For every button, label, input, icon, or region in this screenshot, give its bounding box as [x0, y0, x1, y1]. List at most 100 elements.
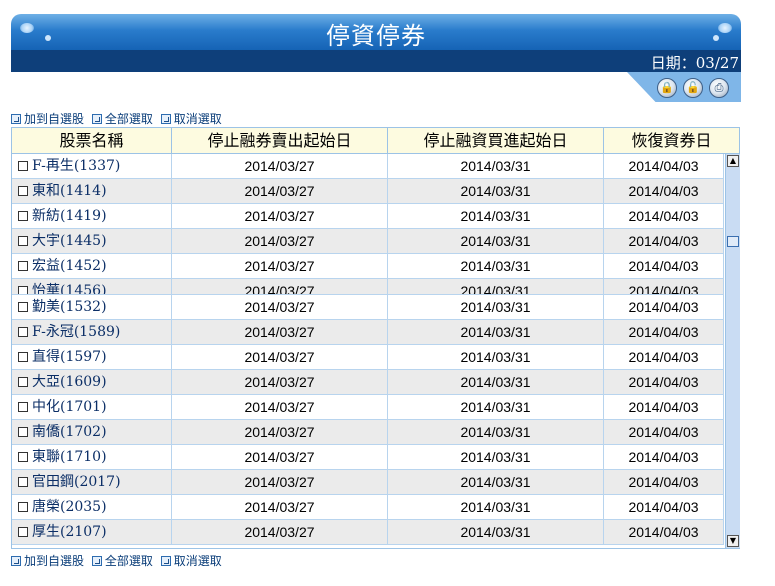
margin-stop-date-cell: 2014/03/31	[388, 154, 604, 179]
table-row[interactable]: 怡華(1456) 2014/03/27 2014/03/31 2014/04/03	[12, 279, 724, 295]
table-body[interactable]: F-再生(1337) 2014/03/27 2014/03/31 2014/04/03…	[12, 154, 724, 548]
scroll-up-icon[interactable]: ▲	[727, 155, 739, 167]
resume-date-cell: 2014/04/03	[604, 229, 724, 254]
table-header: 股票名稱 停止融券賣出起始日 停止融資買進起始日 恢復資券日	[12, 128, 739, 154]
row-checkbox[interactable]	[18, 327, 28, 337]
margin-stop-date-cell: 2014/03/31	[388, 295, 604, 320]
deselect-link[interactable]: 取消選取	[160, 110, 222, 127]
row-checkbox[interactable]	[18, 402, 28, 412]
header-margin-stop-date: 停止融資買進起始日	[388, 128, 604, 153]
row-checkbox[interactable]	[18, 286, 28, 294]
resume-date-cell: 2014/04/03	[604, 495, 724, 520]
table-row[interactable]: 厚生(2107) 2014/03/27 2014/03/31 2014/04/03	[12, 520, 724, 545]
stock-name-cell[interactable]: 東聯(1710)	[12, 445, 172, 470]
stock-name[interactable]: 厚生(2107)	[32, 524, 107, 540]
row-checkbox[interactable]	[18, 236, 28, 246]
header-short-stop-date: 停止融券賣出起始日	[172, 128, 388, 153]
table-row[interactable]: 直得(1597) 2014/03/27 2014/03/31 2014/04/03	[12, 345, 724, 370]
row-checkbox[interactable]	[18, 302, 28, 312]
table-row[interactable]: F-永冠(1589) 2014/03/27 2014/03/31 2014/04/03	[12, 320, 724, 345]
table-row[interactable]: 官田鋼(2017) 2014/03/27 2014/03/31 2014/04/03	[12, 470, 724, 495]
select-all-link[interactable]: 全部選取	[91, 552, 153, 569]
stock-name[interactable]: 唐榮(2035)	[32, 499, 107, 515]
stock-name-cell[interactable]: 新紡(1419)	[12, 204, 172, 229]
margin-stop-date-cell: 2014/03/31	[388, 395, 604, 420]
stock-name-cell[interactable]: 直得(1597)	[12, 345, 172, 370]
short-stop-date-cell: 2014/03/27	[172, 370, 388, 395]
table-row[interactable]: 中化(1701) 2014/03/27 2014/03/31 2014/04/03	[12, 395, 724, 420]
add-to-watchlist-link[interactable]: 加到自選股	[11, 110, 84, 127]
print-icon[interactable]: ⎙	[709, 78, 729, 98]
stock-name-cell[interactable]: 宏益(1452)	[12, 254, 172, 279]
resume-date-cell: 2014/04/03	[604, 345, 724, 370]
stock-name[interactable]: 勤美(1532)	[32, 299, 107, 315]
table-row[interactable]: 勤美(1532) 2014/03/27 2014/03/31 2014/04/03	[12, 295, 724, 320]
stock-name-cell[interactable]: 南僑(1702)	[12, 420, 172, 445]
scrollbar[interactable]: ▲ ▼	[725, 154, 740, 548]
stock-name[interactable]: 宏益(1452)	[32, 258, 107, 274]
lock-icon[interactable]: 🔒	[657, 78, 677, 98]
stock-name[interactable]: 東和(1414)	[32, 183, 107, 199]
add-to-watchlist-link[interactable]: 加到自選股	[11, 552, 84, 569]
stock-name[interactable]: 新紡(1419)	[32, 208, 107, 224]
stock-name[interactable]: 大宇(1445)	[32, 233, 107, 249]
stock-name-cell[interactable]: 東和(1414)	[12, 179, 172, 204]
row-checkbox[interactable]	[18, 186, 28, 196]
stock-name-cell[interactable]: 唐榮(2035)	[12, 495, 172, 520]
row-checkbox[interactable]	[18, 427, 28, 437]
stock-name-cell[interactable]: 厚生(2107)	[12, 520, 172, 545]
table-row[interactable]: 新紡(1419) 2014/03/27 2014/03/31 2014/04/03	[12, 204, 724, 229]
stock-name[interactable]: 南僑(1702)	[32, 424, 107, 440]
stock-name[interactable]: F-再生(1337)	[32, 158, 120, 174]
arrow-box-icon	[160, 113, 171, 124]
arrow-box-icon	[91, 113, 102, 124]
row-checkbox[interactable]	[18, 527, 28, 537]
stock-name-cell[interactable]: 大亞(1609)	[12, 370, 172, 395]
scroll-down-icon[interactable]: ▼	[727, 535, 739, 547]
stock-name-cell[interactable]: F-永冠(1589)	[12, 320, 172, 345]
table-row[interactable]: 唐榮(2035) 2014/03/27 2014/03/31 2014/04/03	[12, 495, 724, 520]
scroll-thumb[interactable]	[727, 236, 739, 247]
stock-name[interactable]: 直得(1597)	[32, 349, 107, 365]
table-row[interactable]: 東和(1414) 2014/03/27 2014/03/31 2014/04/03	[12, 179, 724, 204]
table-row[interactable]: 大宇(1445) 2014/03/27 2014/03/31 2014/04/03	[12, 229, 724, 254]
row-checkbox[interactable]	[18, 352, 28, 362]
select-all-link[interactable]: 全部選取	[91, 110, 153, 127]
margin-stop-date-cell: 2014/03/31	[388, 420, 604, 445]
stock-name[interactable]: 官田鋼(2017)	[32, 474, 121, 490]
stock-name[interactable]: 中化(1701)	[32, 399, 107, 415]
unlock-icon[interactable]: 🔓	[683, 78, 703, 98]
stock-name-cell[interactable]: F-再生(1337)	[12, 154, 172, 179]
arrow-box-icon	[91, 555, 102, 566]
table-row[interactable]: 大亞(1609) 2014/03/27 2014/03/31 2014/04/03	[12, 370, 724, 395]
stock-name-cell[interactable]: 大宇(1445)	[12, 229, 172, 254]
short-stop-date-cell: 2014/03/27	[172, 279, 388, 294]
stock-name[interactable]: 東聯(1710)	[32, 449, 107, 465]
stock-name-cell[interactable]: 勤美(1532)	[12, 295, 172, 320]
deselect-link[interactable]: 取消選取	[160, 552, 222, 569]
resume-date-cell: 2014/04/03	[604, 320, 724, 345]
table-row[interactable]: 南僑(1702) 2014/03/27 2014/03/31 2014/04/03	[12, 420, 724, 445]
row-checkbox[interactable]	[18, 211, 28, 221]
row-checkbox[interactable]	[18, 161, 28, 171]
row-checkbox[interactable]	[18, 502, 28, 512]
row-checkbox[interactable]	[18, 452, 28, 462]
row-checkbox[interactable]	[18, 377, 28, 387]
short-stop-date-cell: 2014/03/27	[172, 420, 388, 445]
resume-date-cell: 2014/04/03	[604, 420, 724, 445]
stock-name[interactable]: F-永冠(1589)	[32, 324, 120, 340]
resume-date-cell: 2014/04/03	[604, 445, 724, 470]
row-checkbox[interactable]	[18, 477, 28, 487]
short-stop-date-cell: 2014/03/27	[172, 229, 388, 254]
stock-name[interactable]: 大亞(1609)	[32, 374, 107, 390]
table-row[interactable]: 東聯(1710) 2014/03/27 2014/03/31 2014/04/03	[12, 445, 724, 470]
stock-name-cell[interactable]: 官田鋼(2017)	[12, 470, 172, 495]
table-row[interactable]: F-再生(1337) 2014/03/27 2014/03/31 2014/04/03	[12, 154, 724, 179]
stock-name-cell[interactable]: 怡華(1456)	[12, 279, 172, 294]
stock-name-cell[interactable]: 中化(1701)	[12, 395, 172, 420]
margin-stop-date-cell: 2014/03/31	[388, 520, 604, 545]
stock-name[interactable]: 怡華(1456)	[32, 283, 107, 294]
page-title: 停資停券	[326, 22, 426, 50]
row-checkbox[interactable]	[18, 261, 28, 271]
table-row[interactable]: 宏益(1452) 2014/03/27 2014/03/31 2014/04/03	[12, 254, 724, 279]
